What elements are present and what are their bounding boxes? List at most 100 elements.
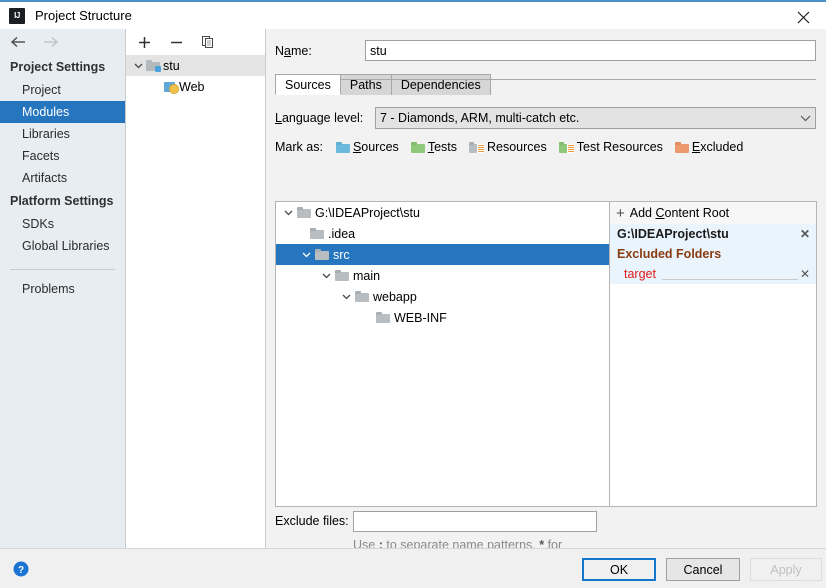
folder-icon — [315, 249, 329, 260]
folder-icon — [376, 312, 390, 323]
sidebar-item-facets[interactable]: Facets — [0, 145, 125, 167]
help-question-icon[interactable]: ? — [13, 561, 29, 577]
tree-row[interactable]: G:\IDEAProject\stu — [276, 202, 609, 223]
plus-icon — [138, 36, 150, 48]
chevron-down-icon[interactable] — [130, 63, 146, 69]
cancel-button[interactable]: Cancel — [666, 558, 740, 581]
forward-arrow-glyph — [43, 36, 58, 48]
chevron-down-glyph — [302, 252, 311, 257]
tree-item-label: .idea — [328, 226, 356, 241]
module-name-row: Name: — [266, 29, 826, 61]
web-facet-icon — [164, 81, 179, 94]
exclude-files-label: Exclude files: — [275, 514, 349, 528]
excluded-folders-section-header: Excluded Folders — [610, 244, 816, 264]
svg-text:?: ? — [18, 565, 24, 576]
mark-as-row: Mark as: Sources Tests Resources Test Re… — [266, 129, 826, 154]
chevron-down-icon[interactable] — [318, 273, 335, 279]
resources-folder-icon — [469, 141, 484, 153]
sidebar-item-libraries[interactable]: Libraries — [0, 123, 125, 145]
tree-row[interactable]: src — [276, 244, 609, 265]
excluded-folder-icon — [674, 141, 689, 153]
back-arrow-icon[interactable] — [9, 33, 27, 51]
tab-sources[interactable]: Sources — [275, 74, 341, 95]
module-tree-item-stu[interactable]: stu — [126, 55, 265, 76]
tree-row[interactable]: webapp — [276, 286, 609, 307]
add-content-root-button[interactable]: + Add Content Root — [610, 202, 816, 224]
sidebar-item-sdks[interactable]: SDKs — [0, 213, 125, 235]
chevron-down-glyph — [134, 63, 142, 68]
tests-folder-icon — [410, 141, 425, 153]
content-root-details-pane: + Add Content Root G:\IDEAProject\stu ✕ … — [610, 202, 816, 506]
mark-as-label: Mark as: — [275, 140, 323, 154]
mark-as-excluded-button[interactable]: Excluded — [674, 140, 744, 154]
tab-dependencies[interactable]: Dependencies — [390, 74, 491, 95]
remove-module-button[interactable] — [167, 33, 185, 51]
mark-as-tests-label: Tests — [427, 140, 457, 154]
dialog-footer: ? https://blog.csdn.net/weixin_41745878 … — [0, 548, 826, 588]
facet-name-label: Web — [179, 79, 205, 94]
test-resources-folder-icon — [558, 141, 574, 153]
sidebar-item-global-libraries[interactable]: Global Libraries — [0, 235, 125, 257]
tree-item-label: WEB-INF — [394, 310, 447, 325]
back-arrow-glyph — [10, 36, 25, 48]
excluded-folder-label: target — [624, 267, 656, 281]
exclude-files-input[interactable] — [353, 511, 597, 532]
sidebar-item-problems[interactable]: Problems — [0, 278, 125, 300]
content-root-path-row[interactable]: G:\IDEAProject\stu ✕ — [610, 224, 816, 244]
add-content-root-label: Add Content Root — [629, 206, 730, 220]
copy-icon — [202, 36, 213, 48]
sidebar-divider — [10, 269, 115, 270]
remove-content-root-icon[interactable]: ✕ — [800, 228, 810, 240]
module-name-label: stu — [163, 58, 180, 73]
content-roots-area: G:\IDEAProject\stu .idea src main webapp… — [275, 201, 817, 507]
tree-item-label: G:\IDEAProject\stu — [315, 205, 420, 220]
module-settings-content: Name: Sources Paths Dependencies Languag… — [266, 29, 826, 569]
sidebar-item-project[interactable]: Project — [0, 79, 125, 101]
tree-row[interactable]: .idea — [276, 223, 609, 244]
language-level-row: Language level: 7 - Diamonds, ARM, multi… — [266, 95, 826, 129]
close-icon[interactable] — [780, 3, 826, 31]
row-underline — [662, 279, 798, 280]
mark-as-test-resources-button[interactable]: Test Resources — [558, 140, 663, 154]
tabs-underline — [275, 79, 816, 80]
language-level-select[interactable]: 7 - Diamonds, ARM, multi-catch etc. — [375, 107, 816, 129]
tab-paths[interactable]: Paths — [339, 74, 392, 95]
copy-module-button[interactable] — [199, 33, 217, 51]
help-glyph: ? — [13, 561, 29, 577]
sidebar-nav-arrows — [0, 29, 125, 55]
language-level-value: 7 - Diamonds, ARM, multi-catch etc. — [380, 111, 580, 125]
excluded-folders-label: Excluded Folders — [617, 247, 722, 261]
add-module-button[interactable] — [135, 33, 153, 51]
modules-panel: stu Web — [126, 29, 266, 548]
mark-as-test-resources-label: Test Resources — [576, 140, 663, 154]
sources-folder-icon — [335, 141, 350, 153]
sidebar-group-project-settings: Project Settings — [10, 60, 106, 74]
folder-icon — [355, 291, 369, 302]
mark-as-excluded-label: Excluded — [691, 140, 744, 154]
mark-as-sources-label: Sources — [352, 140, 399, 154]
chevron-down-icon[interactable] — [280, 210, 297, 216]
mark-as-sources-button[interactable]: Sources — [335, 140, 399, 154]
folder-icon — [335, 270, 349, 281]
chevron-down-glyph — [284, 210, 293, 215]
mark-as-tests-button[interactable]: Tests — [410, 140, 457, 154]
ok-button[interactable]: OK — [582, 558, 656, 581]
content-root-path-label: G:\IDEAProject\stu — [617, 227, 729, 241]
tree-row[interactable]: main — [276, 265, 609, 286]
chevron-down-icon — [800, 115, 811, 121]
remove-excluded-folder-icon[interactable]: ✕ — [800, 268, 810, 280]
apply-button: Apply — [750, 558, 822, 581]
tree-row[interactable]: WEB-INF — [276, 307, 609, 328]
intellij-idea-icon — [9, 7, 25, 24]
name-label: Name: — [275, 43, 312, 58]
sidebar-item-artifacts[interactable]: Artifacts — [0, 167, 125, 189]
chevron-down-icon[interactable] — [298, 252, 315, 258]
tree-item-label: src — [333, 247, 350, 262]
mark-as-resources-button[interactable]: Resources — [469, 140, 547, 154]
module-tree-item-web[interactable]: Web — [126, 76, 265, 97]
module-name-input[interactable] — [365, 40, 816, 61]
chevron-down-icon[interactable] — [338, 294, 355, 300]
excluded-folder-row[interactable]: target ✕ — [610, 264, 816, 284]
sidebar-item-modules[interactable]: Modules — [0, 101, 125, 123]
minus-icon — [170, 41, 182, 43]
